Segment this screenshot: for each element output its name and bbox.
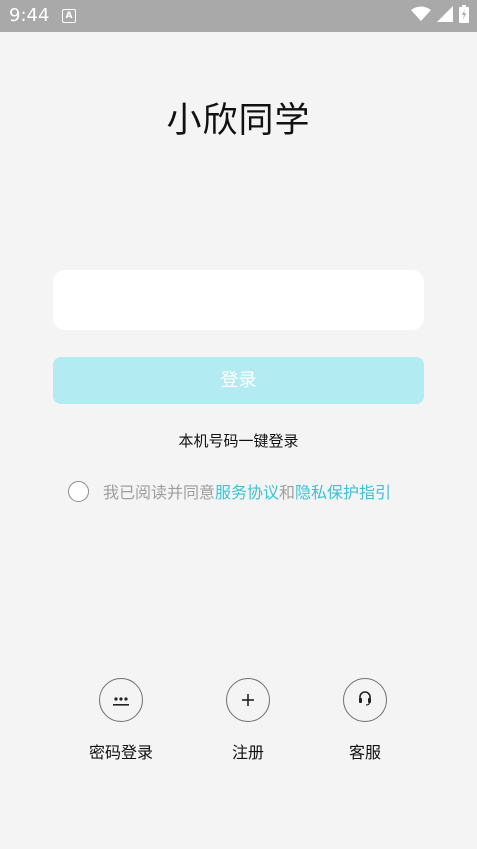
register-button[interactable]: 注册 [188,678,308,763]
privacy-policy-link[interactable]: 隐私保护指引 [295,479,391,503]
agreement-checkbox[interactable] [68,480,89,502]
password-dots-icon [112,691,130,710]
notification-badge-icon: A [62,9,76,23]
login-button[interactable]: 登录 [53,357,424,404]
status-icons [411,5,469,27]
status-time: 9:44 [9,5,50,26]
headset-icon [357,690,373,710]
status-bar: 9:44 A [0,0,477,32]
customer-service-label: 客服 [348,743,381,762]
agreement-prefix: 我已阅读并同意 [103,483,216,502]
customer-service-button[interactable]: 客服 [305,678,425,763]
password-login-label: 密码登录 [88,743,153,762]
register-circle[interactable] [226,678,270,722]
password-login-button[interactable]: 密码登录 [61,678,181,763]
customer-service-circle[interactable] [343,678,387,722]
register-label: 注册 [231,743,264,762]
plus-icon [242,691,254,710]
signal-icon [437,6,453,26]
agreement-row: 我已阅读并同意 服务协议 和 隐私保护指引 [68,480,391,502]
app-title: 小欣同学 [166,101,311,141]
battery-icon [459,5,469,27]
wifi-icon [411,6,431,26]
phone-input[interactable] [53,270,424,330]
agreement-and: 和 [279,483,296,502]
service-agreement-link[interactable]: 服务协议 [215,479,279,503]
one-key-login-link[interactable]: 本机号码一键登录 [0,430,477,451]
password-login-circle[interactable] [99,678,143,722]
